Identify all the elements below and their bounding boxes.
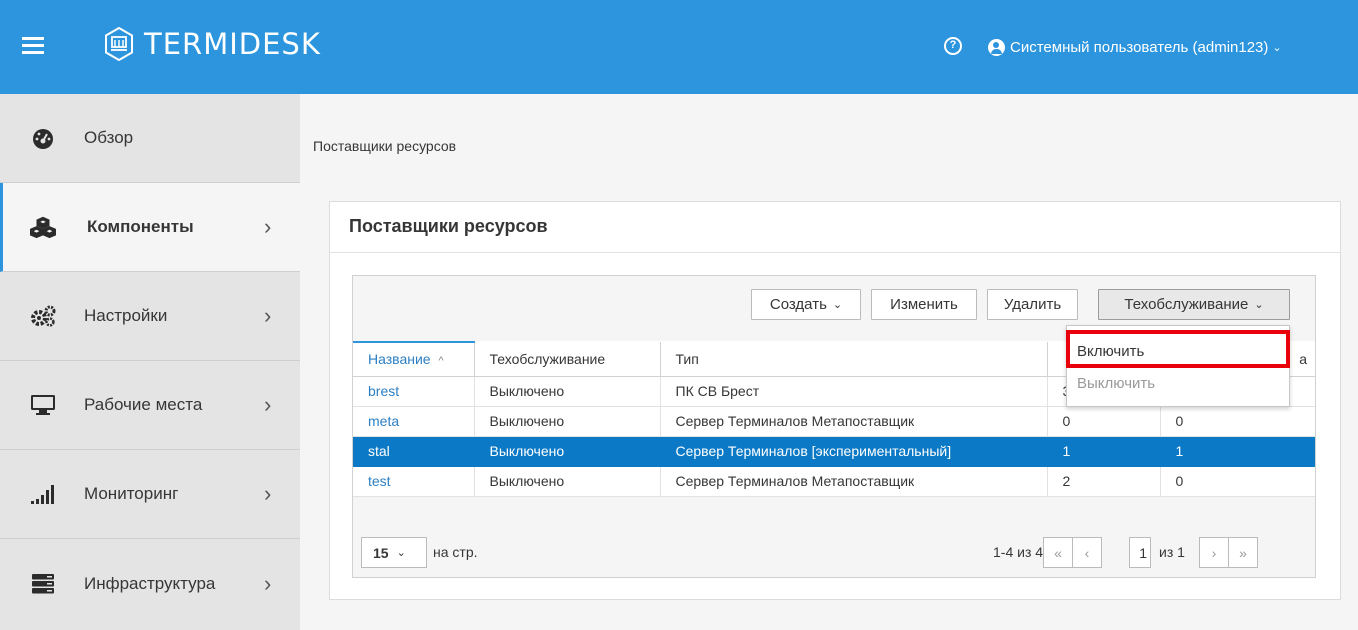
chevron-right-icon: › <box>264 481 272 506</box>
sidebar-item-label: Компоненты <box>87 217 194 236</box>
help-icon[interactable]: ? <box>944 37 962 55</box>
page-number-input[interactable]: 1 <box>1129 537 1151 568</box>
next-page-button[interactable]: › <box>1199 537 1229 568</box>
prev-page-button[interactable]: ‹ <box>1072 537 1102 568</box>
type-cell: Сервер Терминалов [экспериментальный] <box>660 436 1048 467</box>
sidebar-item-label: Мониторинг <box>84 484 179 503</box>
provider-name-link[interactable]: meta <box>353 406 475 437</box>
table-row[interactable]: meta Выключено Сервер Терминалов Метапос… <box>353 406 1315 437</box>
column-header-name[interactable]: Название ^ <box>353 341 475 377</box>
delete-button[interactable]: Удалить <box>987 289 1078 320</box>
edit-label: Изменить <box>890 296 958 313</box>
hamburger-menu-icon[interactable] <box>22 37 44 55</box>
chevron-down-icon: ⌄ <box>396 547 406 559</box>
providers-table-container: Создать ⌄ Изменить Удалить Техобслуживан… <box>352 275 1316 578</box>
type-cell: ПК СВ Брест <box>660 376 1048 407</box>
sidebar-item-settings[interactable]: Настройки › <box>0 272 300 361</box>
chevron-down-icon: ⌄ <box>832 299 843 311</box>
sidebar-item-monitoring[interactable]: Мониторинг › <box>0 450 300 539</box>
edit-button[interactable]: Изменить <box>871 289 977 320</box>
maintenance-dropdown-menu: Включить Выключить <box>1066 325 1290 407</box>
breadcrumb: Поставщики ресурсов <box>313 138 457 154</box>
menu-item-enable[interactable]: Включить <box>1067 336 1289 366</box>
bar-chart-icon <box>30 483 56 505</box>
sidebar-item-workplaces[interactable]: Рабочие места › <box>0 361 300 450</box>
sidebar-item-label: Инфраструктура <box>84 573 216 593</box>
user-avatar-icon <box>988 38 1005 56</box>
type-cell: Сервер Терминалов Метапоставщик <box>660 406 1048 437</box>
count-cell: 0 <box>1047 406 1161 437</box>
sidebar: Обзор Компоненты › Настройки › Рабочие м… <box>0 94 300 630</box>
gears-icon <box>30 305 56 327</box>
chevron-right-icon: › <box>264 392 272 417</box>
panel-title: Поставщики ресурсов <box>349 216 548 236</box>
server-icon <box>30 573 56 595</box>
sidebar-item-infrastructure[interactable]: Инфраструктура › <box>0 539 300 628</box>
column-header-maintenance[interactable]: Техобслуживание <box>474 342 661 377</box>
column-header-type[interactable]: Тип <box>660 342 1048 377</box>
chevron-down-icon: ⌄ <box>1254 299 1264 311</box>
chevron-right-icon: › <box>264 570 272 596</box>
page-count-label: из 1 <box>1159 544 1185 560</box>
create-button[interactable]: Создать ⌄ <box>751 289 861 320</box>
cubes-icon <box>30 216 56 239</box>
last-page-button[interactable]: » <box>1228 537 1258 568</box>
count-cell: 1 <box>1047 436 1161 467</box>
maintenance-cell: Выключено <box>474 376 661 407</box>
termidesk-logo-icon <box>105 27 133 61</box>
provider-name-link[interactable]: brest <box>353 376 475 407</box>
maintenance-cell: Выключено <box>474 406 661 437</box>
sidebar-item-overview[interactable]: Обзор <box>0 94 300 183</box>
sidebar-item-label: Рабочие места <box>84 395 203 414</box>
provider-name-link[interactable]: test <box>353 466 475 497</box>
per-page-select[interactable]: 15 ⌄ <box>361 537 427 568</box>
chevron-down-icon: ⌄ <box>1272 41 1282 54</box>
count-cell: 2 <box>1047 466 1161 497</box>
table-row-selected[interactable]: stal Выключено Сервер Терминалов [экспер… <box>353 436 1315 467</box>
sidebar-item-label: Обзор <box>84 128 134 147</box>
count-cell: 1 <box>1160 436 1315 467</box>
create-label: Создать <box>769 296 827 313</box>
type-cell: Сервер Терминалов Метапоставщик <box>660 466 1048 497</box>
top-bar: TERMIDESK ? Системный пользователь (admi… <box>0 0 1358 94</box>
count-cell: 0 <box>1160 406 1315 437</box>
first-page-button[interactable]: « <box>1043 537 1073 568</box>
chevron-right-icon: › <box>264 303 272 328</box>
menu-item-disable: Выключить <box>1077 374 1156 392</box>
sidebar-item-components[interactable]: Компоненты › <box>0 183 300 272</box>
user-name: Системный пользователь (admin123) <box>1010 38 1269 56</box>
divider <box>330 252 1340 253</box>
logo[interactable]: TERMIDESK <box>104 27 321 61</box>
table-row[interactable]: test Выключено Сервер Терминалов Метапос… <box>353 466 1315 497</box>
dashboard-icon <box>30 127 56 149</box>
delete-label: Удалить <box>1003 296 1062 313</box>
range-label: 1-4 из 4 <box>993 544 1044 560</box>
maintenance-cell: Выключено <box>474 436 661 467</box>
pagination-bar: 15 ⌄ на стр. 1-4 из 4 « ‹ 1 из 1 › » <box>353 527 1315 577</box>
user-menu[interactable]: Системный пользователь (admin123) ⌄ <box>988 36 1282 58</box>
maintenance-dropdown-button[interactable]: Техобслуживание ⌄ <box>1098 289 1290 320</box>
monitor-icon <box>30 394 56 416</box>
per-page-label: на стр. <box>433 544 478 560</box>
sidebar-item-label: Настройки <box>84 306 168 325</box>
provider-name-link[interactable]: stal <box>353 436 475 467</box>
sort-asc-icon: ^ <box>438 355 444 368</box>
maintenance-cell: Выключено <box>474 466 661 497</box>
chevron-right-icon: › <box>264 214 272 239</box>
count-cell: 0 <box>1160 466 1315 497</box>
app-title: TERMIDESK <box>144 27 321 61</box>
maintenance-label: Техобслуживание <box>1124 296 1249 313</box>
